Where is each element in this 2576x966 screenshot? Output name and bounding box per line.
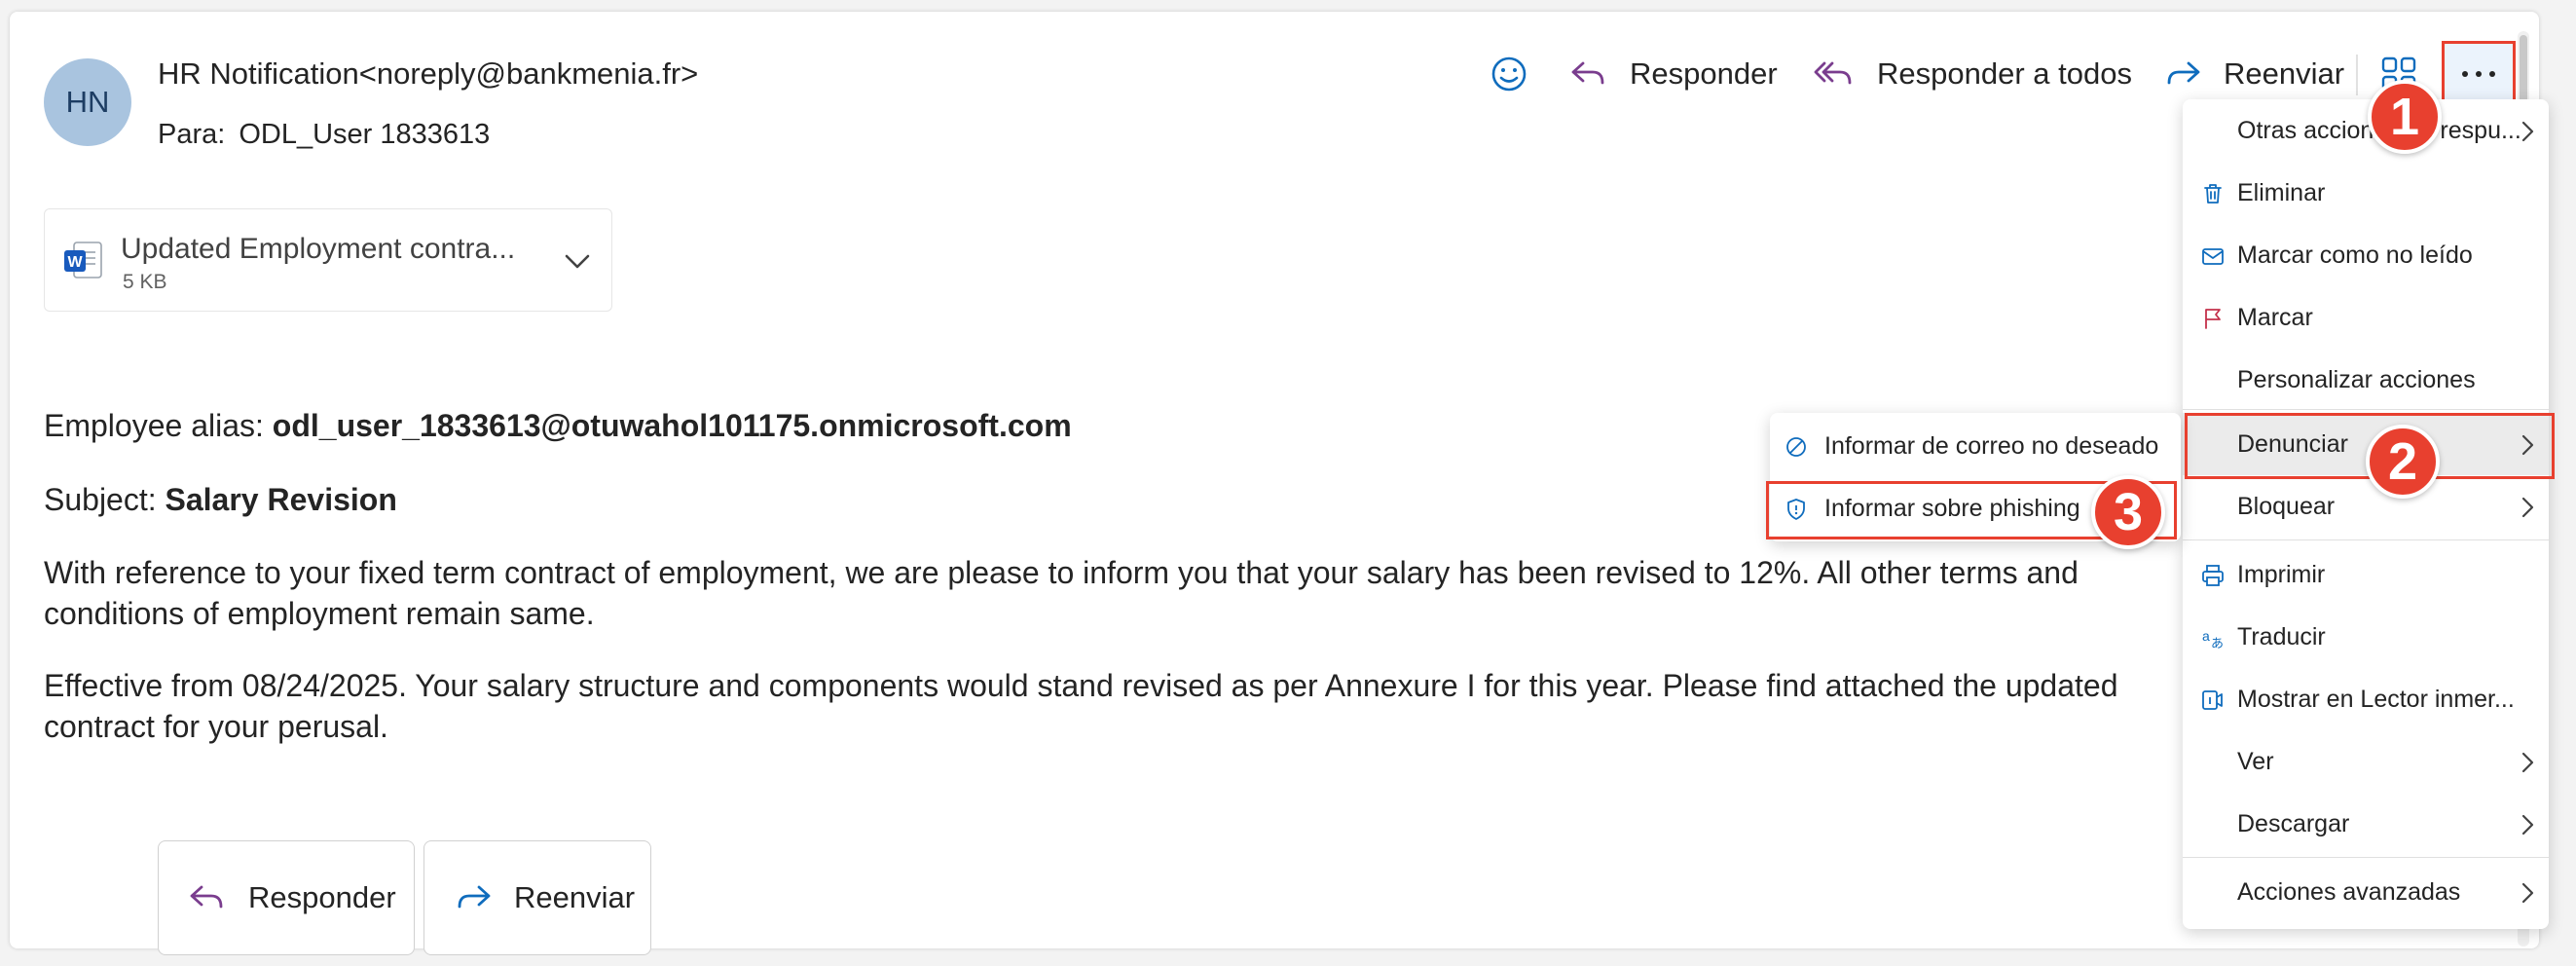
menu-item-immersive-reader[interactable]: Mostrar en Lector inmer...	[2183, 668, 2549, 730]
menu-item-label: Marcar como no leído	[2237, 241, 2473, 269]
menu-divider	[2183, 409, 2549, 410]
chevron-right-icon	[2521, 434, 2534, 456]
smiley-icon	[1491, 56, 1527, 92]
chevron-right-icon	[2521, 882, 2534, 904]
mail-icon	[2202, 248, 2224, 265]
step-badge-2: 2	[2366, 425, 2440, 499]
reply-all-button[interactable]: Responder a todos	[1813, 39, 2132, 109]
reader-icon	[2202, 690, 2223, 710]
menu-item-customize-actions[interactable]: Personalizar acciones	[2183, 349, 2549, 411]
toolbar-divider	[2356, 55, 2358, 95]
chevron-right-icon	[2521, 814, 2534, 836]
shield-icon	[1787, 499, 1805, 520]
menu-item-label: Acciones avanzadas	[2237, 877, 2461, 906]
recipient-row: Para: ODL_User 1833613	[158, 119, 490, 151]
alias-label: Employee alias:	[44, 408, 264, 443]
menu-item-other-reply-actions[interactable]: Otras acciones de respu...	[2183, 99, 2549, 162]
alias-value: odl_user_1833613@otuwahol101175.onmicros…	[272, 408, 1072, 443]
forward-label: Reenviar	[2224, 56, 2345, 91]
menu-item-label: Eliminar	[2237, 178, 2326, 206]
translate-icon: aあ	[2202, 628, 2224, 650]
menu-item-label: Imprimir	[2237, 560, 2326, 588]
attachment-name: Updated Employment contra...	[121, 233, 516, 265]
subject-label: Subject:	[44, 482, 157, 517]
menu-item-translate[interactable]: aあ Traducir	[2183, 606, 2549, 668]
block-icon	[1786, 437, 1806, 457]
recipient-name[interactable]: ODL_User 1833613	[239, 119, 490, 150]
bottom-reply-label: Responder	[248, 880, 396, 914]
bottom-forward-button[interactable]: Reenviar	[423, 840, 651, 955]
menu-item-label: Traducir	[2237, 622, 2326, 650]
reply-icon	[1571, 61, 1604, 85]
attachment-card[interactable]: W Updated Employment contra... 5 KB	[44, 208, 612, 312]
menu-item-flag[interactable]: Marcar	[2183, 286, 2549, 349]
forward-icon	[458, 885, 491, 909]
chevron-right-icon	[2521, 121, 2534, 142]
more-actions-menu: Otras acciones de respu... Eliminar Marc…	[2183, 99, 2549, 929]
menu-item-label: Mostrar en Lector inmer...	[2237, 685, 2515, 713]
step-badge-1: 1	[2368, 80, 2442, 154]
reply-all-icon	[1814, 61, 1852, 85]
menu-item-label: Personalizar acciones	[2237, 365, 2476, 393]
chevron-right-icon	[2521, 497, 2534, 518]
menu-item-label: Marcar	[2237, 303, 2313, 331]
submenu-item-report-junk[interactable]: Informar de correo no deseado	[1770, 415, 2181, 477]
sender-name[interactable]: HR Notification<noreply@bankmenia.fr>	[158, 56, 698, 92]
menu-item-label: Ver	[2237, 747, 2274, 775]
subject-value: Salary Revision	[165, 482, 397, 517]
menu-item-print[interactable]: Imprimir	[2183, 543, 2549, 606]
submenu-item-label: Informar de correo no deseado	[1824, 431, 2159, 460]
emoji-reaction-button[interactable]	[1490, 39, 1550, 109]
body-paragraph-2: Effective from 08/24/2025. Your salary s…	[44, 668, 2118, 744]
more-dot	[2476, 71, 2482, 77]
alias-line: Employee alias: odl_user_1833613@otuwaho…	[44, 405, 1072, 446]
svg-text:あ: あ	[2211, 636, 2224, 650]
menu-item-advanced-actions[interactable]: Acciones avanzadas	[2183, 861, 2549, 923]
menu-divider	[2183, 857, 2549, 858]
body-paragraph-1: With reference to your fixed term contra…	[44, 555, 2079, 631]
chevron-down-icon	[565, 254, 590, 269]
bottom-reply-button[interactable]: Responder	[158, 840, 415, 955]
menu-item-label: Bloquear	[2237, 492, 2336, 520]
reply-label: Responder	[1630, 56, 1778, 91]
menu-divider	[2183, 539, 2549, 540]
more-actions-button[interactable]	[2442, 41, 2516, 107]
submenu-item-label: Informar sobre phishing	[1824, 494, 2080, 522]
reply-all-label: Responder a todos	[1877, 56, 2132, 91]
subject-line: Subject: Salary Revision	[44, 479, 397, 520]
to-label: Para:	[158, 119, 226, 150]
menu-item-delete[interactable]: Eliminar	[2183, 162, 2549, 224]
menu-item-download[interactable]: Descargar	[2183, 793, 2549, 855]
step-badge-3: 3	[2091, 475, 2165, 549]
menu-item-label: Descargar	[2237, 809, 2350, 837]
more-dot	[2462, 71, 2468, 77]
forward-icon	[2167, 61, 2200, 85]
reply-icon	[190, 885, 223, 909]
sender-avatar: HN	[44, 58, 131, 146]
flag-icon	[2205, 309, 2221, 329]
menu-item-mark-unread[interactable]: Marcar como no leído	[2183, 224, 2549, 286]
more-dot	[2489, 71, 2495, 77]
svg-text:W: W	[67, 254, 83, 271]
reply-button[interactable]: Responder	[1569, 39, 1778, 109]
menu-item-block[interactable]: Bloquear	[2183, 475, 2549, 538]
bottom-forward-label: Reenviar	[514, 880, 636, 914]
menu-item-view[interactable]: Ver	[2183, 730, 2549, 793]
svg-text:a: a	[2202, 628, 2210, 644]
trash-icon	[2204, 184, 2222, 204]
word-doc-icon: W	[64, 242, 102, 279]
print-icon	[2202, 565, 2224, 586]
chevron-right-icon	[2521, 752, 2534, 773]
attachment-size: 5 KB	[123, 271, 167, 293]
